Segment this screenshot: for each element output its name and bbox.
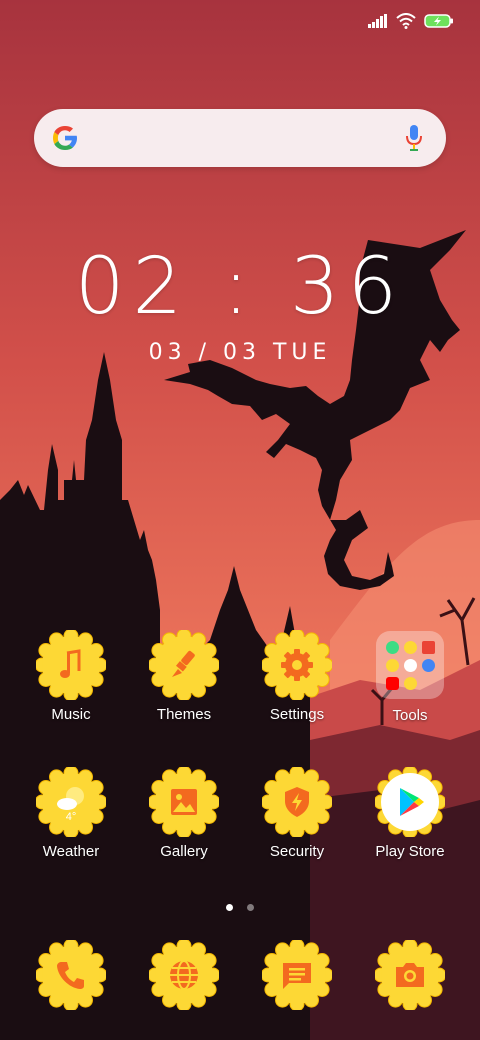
page-dot-active <box>225 904 233 911</box>
google-g-icon <box>53 126 77 150</box>
app-play-store[interactable]: Play Store <box>354 767 466 860</box>
app-label: Weather <box>42 843 100 860</box>
page-indicator <box>0 898 480 916</box>
wifi-icon <box>396 13 416 29</box>
phone-icon <box>36 940 106 1010</box>
weather-icon: 4° <box>36 767 106 837</box>
app-tools-folder[interactable]: Tools <box>354 630 466 724</box>
app-gallery[interactable]: Gallery <box>128 767 240 860</box>
app-label: Gallery <box>160 843 208 860</box>
music-note-icon <box>36 630 106 700</box>
dock-phone[interactable] <box>15 940 127 1010</box>
mic-icon[interactable] <box>404 123 424 153</box>
search-bar[interactable] <box>34 109 446 167</box>
page-dot <box>247 904 255 911</box>
dock-messages[interactable] <box>241 940 353 1010</box>
app-music[interactable]: Music <box>15 630 127 723</box>
clock-time[interactable]: 02 : 36 <box>0 242 480 332</box>
app-weather[interactable]: 4° Weather <box>15 767 127 860</box>
shield-bolt-icon <box>262 767 332 837</box>
app-settings[interactable]: Settings <box>241 630 353 723</box>
app-label: Themes <box>156 706 212 723</box>
app-label: Play Store <box>375 843 445 860</box>
dock-browser[interactable] <box>128 940 240 1010</box>
app-security[interactable]: Security <box>241 767 353 860</box>
clock-date[interactable]: 03 / 03 TUE <box>0 340 480 365</box>
signal-icon <box>368 14 387 28</box>
app-label: Security <box>269 843 325 860</box>
message-icon <box>262 940 332 1010</box>
paintbrush-icon <box>149 630 219 700</box>
play-store-icon <box>375 767 445 837</box>
gear-icon <box>262 630 332 700</box>
image-icon <box>149 767 219 837</box>
folder-icon <box>375 631 445 701</box>
app-label: Tools <box>392 707 428 724</box>
app-label: Music <box>51 706 91 723</box>
battery-charging-icon <box>424 14 453 28</box>
status-bar <box>368 8 454 34</box>
app-label: Settings <box>269 706 325 723</box>
globe-icon <box>149 940 219 1010</box>
dock-camera[interactable] <box>354 940 466 1010</box>
camera-icon <box>375 940 445 1010</box>
weather-temp: 4° <box>65 811 77 823</box>
app-themes[interactable]: Themes <box>128 630 240 723</box>
